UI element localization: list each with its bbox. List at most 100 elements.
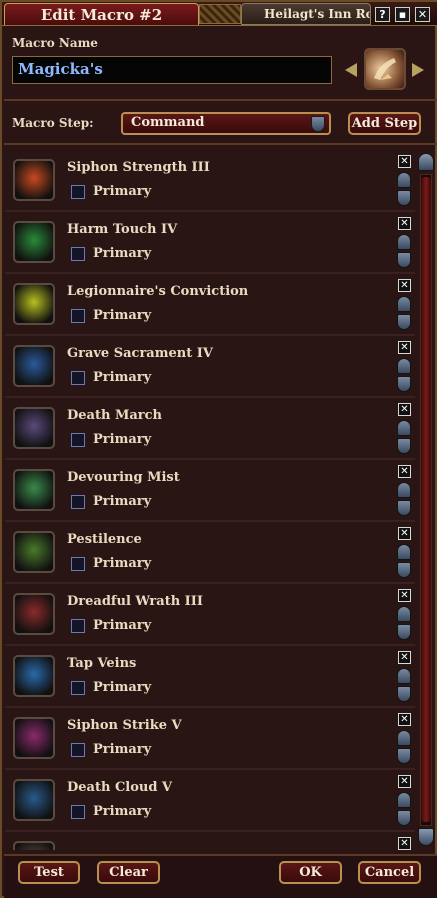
remove-step-icon[interactable]: ✕ [398,837,411,850]
remove-step-icon[interactable]: ✕ [398,217,411,230]
siphon-strength-icon[interactable] [13,159,55,201]
icon-next-arrow[interactable] [412,63,424,77]
dreadful-wrath-icon[interactable] [13,593,55,635]
primary-label: Primary [93,618,152,633]
macro-step-select[interactable]: Command [121,112,331,135]
death-cloud-icon[interactable] [13,779,55,821]
grave-sacrament-icon[interactable] [13,345,55,387]
skull-icon[interactable] [13,531,55,573]
primary-label: Primary [93,246,152,261]
macro-step-row[interactable]: Tap Veins Primary ✕ [5,646,415,708]
move-up-icon[interactable] [397,730,411,746]
move-up-icon[interactable] [397,606,411,622]
scroll-up-icon[interactable] [418,153,434,171]
devouring-mist-icon[interactable] [13,469,55,511]
remove-step-icon[interactable]: ✕ [398,527,411,540]
tab-inn[interactable]: Heilagt's Inn Ro [241,3,371,25]
primary-checkbox[interactable] [71,309,85,323]
move-up-icon[interactable] [397,296,411,312]
move-down-icon[interactable] [397,438,411,454]
conviction-icon[interactable] [13,283,55,325]
move-up-icon[interactable] [397,420,411,436]
move-up-icon[interactable] [397,544,411,560]
move-down-icon[interactable] [397,748,411,764]
macro-step-row[interactable]: ✕ [5,832,415,850]
test-button[interactable]: Test [18,861,80,884]
move-down-icon[interactable] [397,190,411,206]
restore-icon[interactable]: ▪ [395,7,410,22]
macro-step-row[interactable]: Siphon Strike V Primary ✕ [5,708,415,770]
step-name: Siphon Strength III [67,160,210,175]
heart-icon[interactable] [13,655,55,697]
close-icon[interactable]: ✕ [415,7,430,22]
cancel-button[interactable]: Cancel [358,861,421,884]
primary-label: Primary [93,556,152,571]
primary-checkbox[interactable] [71,433,85,447]
siphon-strike-icon[interactable] [13,717,55,759]
move-down-icon[interactable] [397,686,411,702]
death-march-icon[interactable] [13,407,55,449]
harm-touch-icon[interactable] [13,221,55,263]
partial-step-icon[interactable] [13,841,55,850]
remove-step-icon[interactable]: ✕ [398,341,411,354]
ok-button[interactable]: OK [279,861,342,884]
move-down-icon[interactable] [397,562,411,578]
remove-step-icon[interactable]: ✕ [398,589,411,602]
macro-step-row[interactable]: Death March Primary ✕ [5,398,415,460]
macro-step-row[interactable]: Dreadful Wrath III Primary ✕ [5,584,415,646]
macro-step-row[interactable]: Devouring Mist Primary ✕ [5,460,415,522]
remove-step-icon[interactable]: ✕ [398,651,411,664]
primary-checkbox[interactable] [71,185,85,199]
clear-button[interactable]: Clear [97,861,160,884]
macro-step-list: Siphon Strength III Primary ✕ Harm Touch IV… [5,150,415,850]
macro-step-row[interactable]: Death Cloud V Primary ✕ [5,770,415,832]
remove-step-icon[interactable]: ✕ [398,713,411,726]
move-down-icon[interactable] [397,810,411,826]
remove-step-icon[interactable]: ✕ [398,465,411,478]
primary-checkbox[interactable] [71,557,85,571]
tab-edit-macro[interactable]: Edit Macro #2 [4,3,199,25]
move-down-icon[interactable] [397,624,411,640]
move-down-icon[interactable] [397,500,411,516]
macro-step-row[interactable]: Harm Touch IV Primary ✕ [5,212,415,274]
remove-step-icon[interactable]: ✕ [398,403,411,416]
step-name: Pestilence [67,532,142,547]
macro-name-input[interactable]: Magicka's [12,56,332,84]
primary-label: Primary [93,184,152,199]
move-up-icon[interactable] [397,668,411,684]
tab-ornament [199,4,241,24]
primary-checkbox[interactable] [71,681,85,695]
remove-step-icon[interactable]: ✕ [398,155,411,168]
move-up-icon[interactable] [397,172,411,188]
primary-checkbox[interactable] [71,495,85,509]
macro-step-row[interactable]: Grave Sacrament IV Primary ✕ [5,336,415,398]
macro-step-row[interactable]: Legionnaire's Conviction Primary ✕ [5,274,415,336]
question-icon[interactable]: ? [375,7,390,22]
hand-icon[interactable] [364,48,406,90]
add-step-button[interactable]: Add Step [348,112,421,135]
macro-step-row[interactable]: Siphon Strength III Primary ✕ [5,150,415,212]
move-down-icon[interactable] [397,252,411,268]
step-name: Dreadful Wrath III [67,594,203,609]
primary-checkbox[interactable] [71,743,85,757]
scrollbar-thumb[interactable] [421,177,431,822]
macro-step-selected: Command [131,115,205,130]
primary-checkbox[interactable] [71,371,85,385]
primary-checkbox[interactable] [71,805,85,819]
primary-checkbox[interactable] [71,619,85,633]
primary-checkbox[interactable] [71,247,85,261]
move-up-icon[interactable] [397,358,411,374]
remove-step-icon[interactable]: ✕ [398,279,411,292]
move-down-icon[interactable] [397,314,411,330]
icon-prev-arrow[interactable] [345,63,357,77]
primary-label: Primary [93,370,152,385]
macro-step-row[interactable]: Pestilence Primary ✕ [5,522,415,584]
move-up-icon[interactable] [397,482,411,498]
remove-step-icon[interactable]: ✕ [398,775,411,788]
scroll-down-icon[interactable] [418,828,434,846]
move-up-icon[interactable] [397,792,411,808]
move-down-icon[interactable] [397,376,411,392]
edit-macro-window: Edit Macro #2 Heilagt's Inn Ro ? ▪ ✕ Mac… [0,0,437,898]
move-up-icon[interactable] [397,234,411,250]
primary-label: Primary [93,804,152,819]
